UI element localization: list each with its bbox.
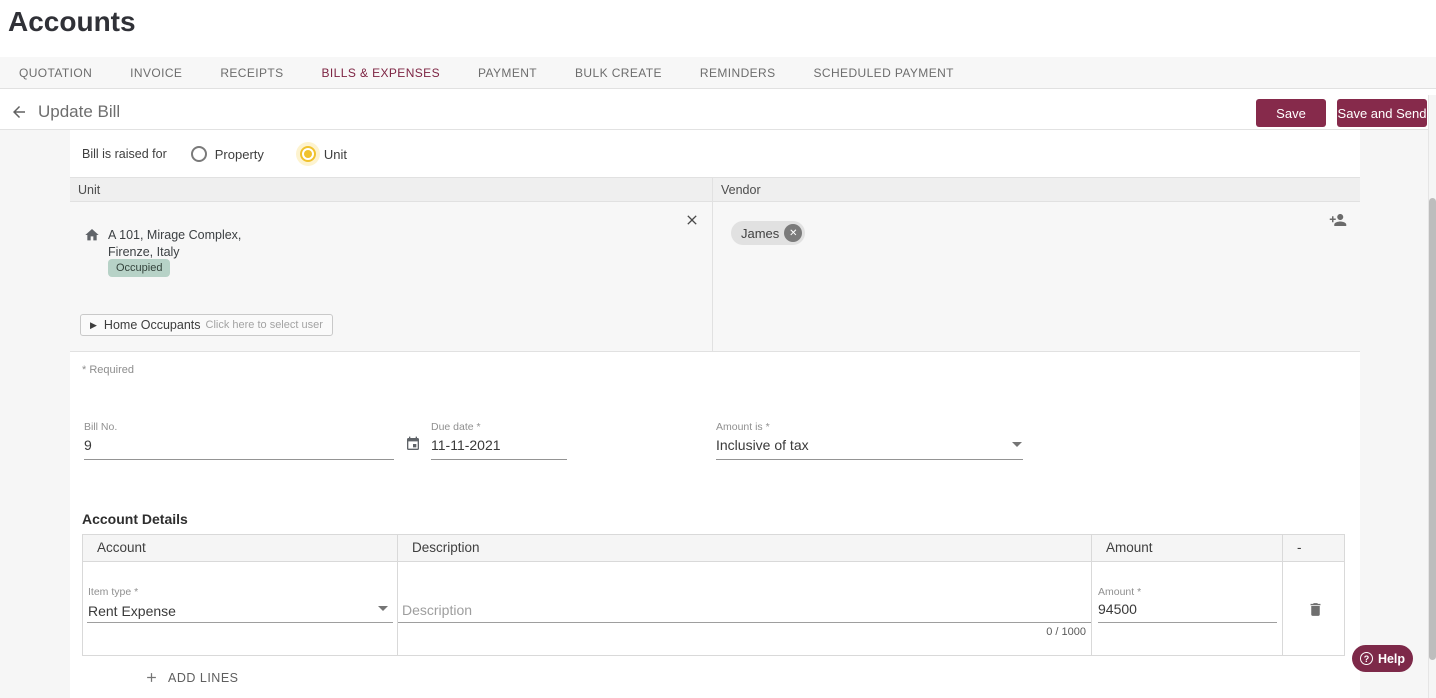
tab-scheduled-payment[interactable]: SCHEDULED PAYMENT [795, 57, 973, 88]
due-date-input[interactable] [431, 437, 567, 460]
char-counter: 0 / 1000 [1046, 626, 1086, 638]
bill-raised-for-label: Bill is raised for [82, 147, 167, 161]
vendor-chip-name: James [741, 226, 779, 241]
table-row: Item type * Rent Expense 0 / 1000 Amount… [83, 561, 1344, 655]
add-lines-button[interactable]: ADD LINES [144, 670, 239, 685]
add-vendor-icon[interactable] [1329, 211, 1347, 229]
tab-receipts[interactable]: RECEIPTS [201, 57, 302, 88]
tab-reminders[interactable]: REMINDERS [681, 57, 795, 88]
save-button[interactable]: Save [1256, 99, 1326, 127]
column-header-actions: - [1283, 535, 1344, 561]
item-type-label: Item type * [88, 586, 138, 598]
home-occupants-label: Home Occupants [104, 318, 201, 332]
unit-panel-body: A 101, Mirage Complex, Firenze, Italy Oc… [70, 202, 713, 352]
unit-panel-header: Unit [70, 177, 713, 202]
tab-bills-expenses[interactable]: BILLS & EXPENSES [303, 57, 459, 88]
bill-no-input[interactable] [84, 437, 394, 460]
column-header-account: Account [83, 535, 398, 561]
tab-payment[interactable]: PAYMENT [459, 57, 556, 88]
amount-input[interactable] [1098, 601, 1276, 617]
account-details-table: Account Description Amount - Item type *… [82, 534, 1345, 656]
due-date-label: Due date * [431, 421, 481, 433]
description-cell: 0 / 1000 [398, 561, 1092, 655]
tab-bulk-create[interactable]: BULK CREATE [556, 57, 681, 88]
help-label: Help [1378, 652, 1405, 666]
description-input[interactable] [402, 602, 1082, 618]
account-cell: Item type * Rent Expense [83, 561, 398, 655]
plus-icon [144, 670, 159, 685]
column-header-amount: Amount [1092, 535, 1283, 561]
tab-quotation[interactable]: QUOTATION [0, 57, 111, 88]
item-type-select[interactable]: Rent Expense [88, 603, 176, 619]
delete-row-icon[interactable] [1307, 601, 1324, 618]
home-occupants-expander[interactable]: ▶ Home Occupants Click here to select us… [80, 314, 333, 336]
table-header-row: Account Description Amount - [83, 535, 1344, 561]
save-and-send-button[interactable]: Save and Send [1337, 99, 1427, 127]
calendar-icon[interactable] [405, 436, 421, 452]
unit-radio[interactable] [300, 146, 316, 162]
home-icon [84, 227, 100, 243]
unit-panel: Unit A 101, Mirage Complex, Firenze, Ita… [70, 177, 713, 352]
amount-field-label: Amount * [1098, 586, 1141, 598]
amount-underline [1098, 622, 1277, 623]
update-bill-toolbar [0, 89, 1436, 130]
add-lines-label: ADD LINES [168, 671, 239, 685]
vendor-chip: James ✕ [731, 221, 805, 245]
back-arrow-icon[interactable] [10, 103, 28, 121]
vendor-panel: Vendor James ✕ [713, 177, 1360, 352]
home-occupants-hint: Click here to select user [206, 319, 323, 331]
remove-unit-icon[interactable] [684, 212, 700, 228]
unit-address-line1: A 101, Mirage Complex, [108, 227, 241, 244]
amount-is-dropdown-icon[interactable] [1012, 442, 1022, 447]
update-bill-title: Update Bill [38, 102, 120, 122]
unit-radio-label[interactable]: Unit [324, 147, 347, 162]
question-mark-icon: ? [1360, 652, 1373, 665]
item-type-dropdown-icon[interactable] [378, 606, 388, 611]
vendor-chip-remove-icon[interactable]: ✕ [784, 224, 802, 242]
help-button[interactable]: ? Help [1352, 645, 1413, 672]
row-actions-cell [1283, 561, 1344, 655]
vertical-scrollbar-track[interactable] [1428, 95, 1436, 698]
column-header-description: Description [398, 535, 1092, 561]
amount-is-label: Amount is * [716, 421, 770, 433]
vendor-panel-header: Vendor [713, 177, 1360, 202]
occupied-status-badge: Occupied [108, 259, 170, 277]
accounts-page: Accounts QUOTATION INVOICE RECEIPTS BILL… [0, 0, 1436, 698]
vertical-scrollbar-thumb[interactable] [1429, 198, 1436, 660]
property-radio-label[interactable]: Property [215, 147, 264, 162]
bill-raised-for-row: Bill is raised for Property Unit [82, 142, 383, 166]
tab-invoice[interactable]: INVOICE [111, 57, 201, 88]
accounts-tabbar: QUOTATION INVOICE RECEIPTS BILLS & EXPEN… [0, 57, 1436, 89]
page-title: Accounts [8, 6, 136, 38]
account-details-title: Account Details [82, 511, 188, 527]
item-type-underline [87, 622, 393, 623]
vendor-panel-body: James ✕ [713, 202, 1360, 352]
description-underline [398, 622, 1091, 623]
amount-is-select[interactable]: Inclusive of tax [716, 437, 1023, 460]
unit-address: A 101, Mirage Complex, Firenze, Italy [108, 227, 241, 261]
property-radio[interactable] [191, 146, 207, 162]
expander-triangle-icon: ▶ [90, 320, 97, 331]
bill-no-label: Bill No. [84, 421, 117, 433]
required-note: * Required [82, 364, 134, 376]
amount-cell: Amount * [1092, 561, 1283, 655]
